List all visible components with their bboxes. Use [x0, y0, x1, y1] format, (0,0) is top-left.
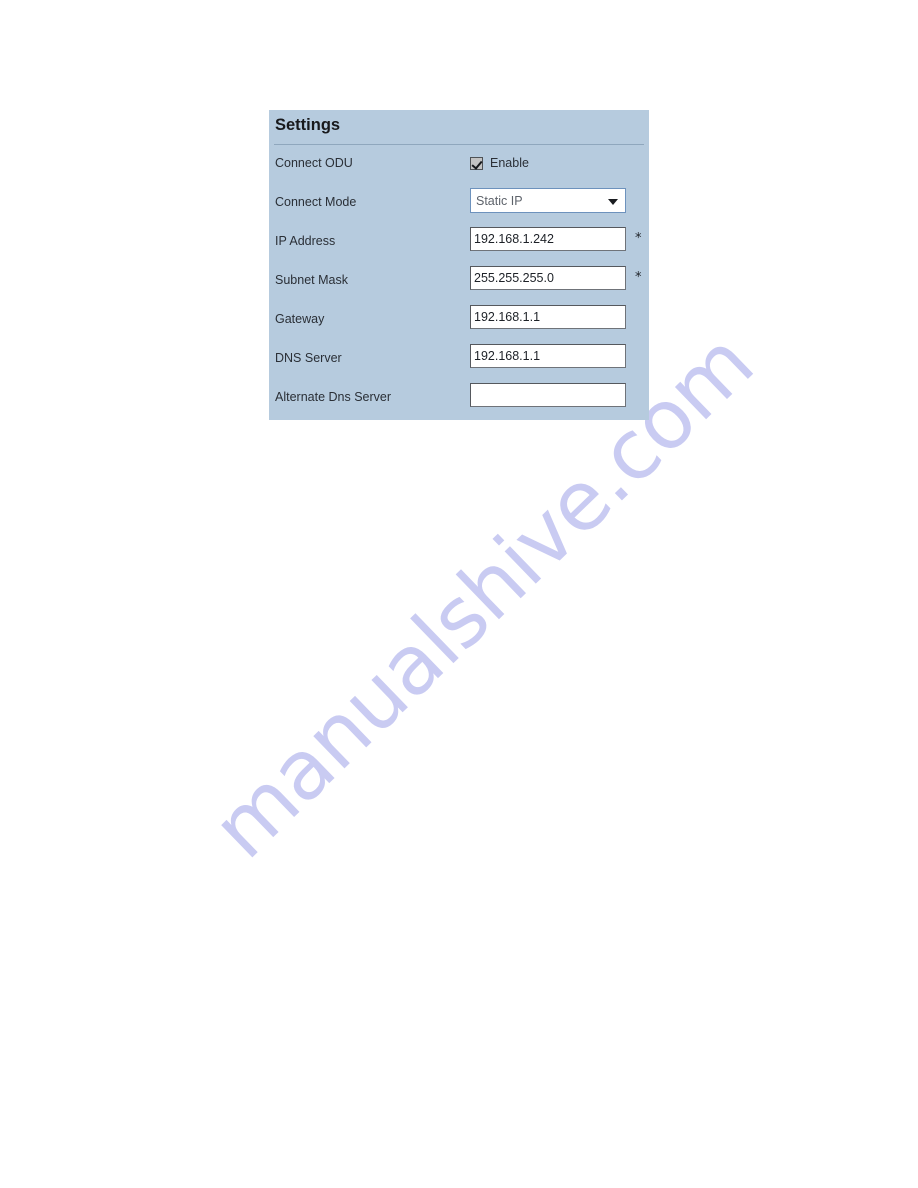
form-row-subnet-mask: Subnet Mask *	[269, 263, 649, 302]
form-row-ip-address: IP Address *	[269, 224, 649, 263]
control-dns-server	[470, 344, 626, 368]
control-connect-odu: Enable	[470, 149, 529, 173]
form-row-connect-mode: Connect Mode Static IP	[269, 185, 649, 224]
form-row-gateway: Gateway	[269, 302, 649, 341]
form-row-dns-server: DNS Server	[269, 341, 649, 380]
settings-form: Connect ODU Enable Connect Mode Static I…	[269, 146, 649, 420]
control-subnet-mask	[470, 266, 626, 290]
panel-header: Settings	[269, 110, 649, 145]
connect-mode-selected-value: Static IP	[476, 193, 523, 208]
page-canvas: manualshive.com Settings Connect ODU Ena…	[0, 0, 918, 1188]
label-subnet-mask: Subnet Mask	[275, 273, 348, 287]
header-divider	[274, 144, 644, 145]
alternate-dns-server-input[interactable]	[470, 383, 626, 407]
label-dns-server: DNS Server	[275, 351, 342, 365]
enable-checkbox-label: Enable	[490, 156, 529, 170]
dns-server-input[interactable]	[470, 344, 626, 368]
label-gateway: Gateway	[275, 312, 325, 326]
gateway-input[interactable]	[470, 305, 626, 329]
form-row-alternate-dns-server: Alternate Dns Server	[269, 380, 649, 419]
control-alternate-dns-server	[470, 383, 626, 407]
required-marker-ip-address: *	[635, 231, 642, 246]
control-ip-address	[470, 227, 626, 251]
enable-checkbox-row[interactable]: Enable	[470, 153, 529, 173]
settings-panel: Settings Connect ODU Enable Connect Mode	[269, 110, 649, 420]
label-connect-mode: Connect Mode	[275, 195, 357, 209]
required-marker-subnet-mask: *	[635, 270, 642, 285]
checkbox-checked-icon[interactable]	[470, 156, 483, 170]
label-ip-address: IP Address	[275, 234, 336, 248]
control-gateway	[470, 305, 626, 329]
control-connect-mode: Static IP	[470, 188, 626, 213]
page-title: Settings	[275, 116, 341, 134]
form-row-connect-odu: Connect ODU Enable	[269, 146, 649, 185]
label-connect-odu: Connect ODU	[275, 156, 353, 170]
subnet-mask-input[interactable]	[470, 266, 626, 290]
chevron-down-icon[interactable]	[608, 198, 618, 205]
connect-mode-select[interactable]: Static IP	[470, 188, 626, 213]
ip-address-input[interactable]	[470, 227, 626, 251]
label-alternate-dns-server: Alternate Dns Server	[275, 390, 392, 404]
